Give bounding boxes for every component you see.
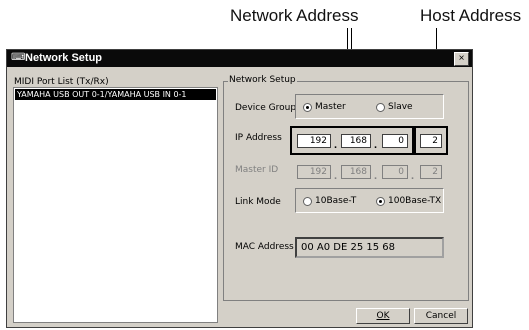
link-mode-label: Link Mode — [235, 197, 281, 207]
close-button[interactable]: × — [454, 52, 469, 66]
mac-address-label: MAC Address — [235, 242, 294, 252]
network-address-highlight — [290, 126, 414, 155]
midi-port-list[interactable]: YAMAHA USB OUT 0-1/YAMAHA USB IN 0-1 — [13, 87, 218, 323]
midi-port-list-label: MIDI Port List (Tx/Rx) — [14, 77, 109, 87]
ok-button[interactable]: OK — [356, 308, 410, 324]
radio-master-label[interactable]: Master — [315, 102, 346, 112]
host-address-callout: Host Address — [420, 6, 522, 25]
device-group-label: Device Group — [235, 103, 297, 113]
radio-slave[interactable] — [376, 103, 385, 112]
master-id-octet-1: 192 — [297, 165, 331, 179]
master-id-octet-3: 0 — [382, 165, 408, 179]
network-setup-group-title: Network Setup — [228, 75, 297, 85]
host-address-highlight — [414, 126, 448, 155]
close-icon: × — [458, 53, 465, 64]
network-setup-window: ⌨ Network Setup × MIDI Port List (Tx/Rx)… — [6, 49, 473, 328]
mac-address-value: 00 A0 DE 25 15 68 — [295, 237, 444, 258]
master-id-octet-4: 2 — [420, 165, 442, 179]
title-bar[interactable]: ⌨ Network Setup × — [7, 50, 472, 67]
radio-100base-tx[interactable] — [376, 197, 385, 206]
master-id-separator: . — [334, 170, 338, 182]
master-id-separator: . — [411, 170, 415, 182]
list-item[interactable]: YAMAHA USB OUT 0-1/YAMAHA USB IN 0-1 — [15, 89, 216, 100]
master-id-octet-2: 168 — [341, 165, 371, 179]
radio-10base-t[interactable] — [303, 197, 312, 206]
midi-keyboard-icon: ⌨ — [11, 52, 26, 63]
radio-10base-t-label[interactable]: 10Base-T — [315, 196, 356, 206]
window-title: Network Setup — [25, 52, 103, 64]
cancel-button[interactable]: Cancel — [414, 308, 468, 324]
master-id-separator: . — [374, 170, 378, 182]
radio-slave-label[interactable]: Slave — [388, 102, 413, 112]
radio-100base-tx-label[interactable]: 100Base-TX — [388, 196, 441, 206]
radio-master[interactable] — [303, 103, 312, 112]
ip-address-label: IP Address — [235, 133, 282, 143]
master-id-label: Master ID — [235, 165, 279, 175]
network-address-callout: Network Address — [230, 6, 359, 25]
